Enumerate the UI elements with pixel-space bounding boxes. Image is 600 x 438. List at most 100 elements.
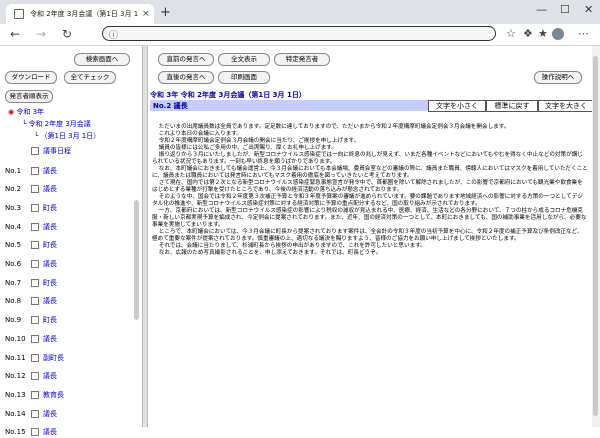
speaker-link[interactable]: 町長 [43, 278, 57, 288]
speech-checkbox[interactable] [31, 203, 39, 212]
collections-icon[interactable]: ❖ [523, 28, 533, 40]
font-larger-button[interactable]: 文字を大きく [538, 100, 594, 112]
speaker-link[interactable]: 副町長 [43, 353, 64, 363]
speaker-link[interactable]: 議長 [43, 371, 57, 381]
list-item[interactable]: No.13 教育長 [5, 389, 64, 400]
speech-number: No.2 [5, 185, 22, 194]
prev-speech-button[interactable]: 直前の発言へ [158, 53, 214, 66]
speech-number: No.11 [5, 353, 26, 362]
tab-close-icon[interactable]: × [142, 9, 150, 19]
speaker-link[interactable]: 町長 [43, 240, 57, 250]
address-bar[interactable]: ⓘ [102, 26, 496, 41]
back-icon[interactable]: ← [10, 27, 20, 41]
new-tab-icon[interactable]: + [160, 5, 171, 20]
specific-speaker-button[interactable]: 特定発言者 [274, 53, 330, 66]
speech-checkbox[interactable] [31, 353, 39, 362]
agenda-checkbox[interactable] [31, 146, 39, 155]
speech-checkbox[interactable] [31, 297, 39, 306]
right-scrollbar[interactable] [592, 46, 600, 427]
search-screen-button[interactable]: 検索画面へ [74, 53, 130, 66]
agenda-row[interactable]: 議事日程 [5, 145, 71, 156]
list-item[interactable]: No.11 副町長 [5, 352, 64, 363]
maximize-icon[interactable]: ☐ [560, 3, 570, 16]
right-scroll-thumb[interactable] [593, 56, 598, 416]
speech-checkbox[interactable] [31, 260, 39, 268]
favorite-star-icon[interactable]: ☆ [506, 28, 516, 40]
list-item[interactable]: No.4 議長 [5, 221, 57, 232]
speech-checkbox[interactable] [31, 185, 39, 194]
speech-paragraph: なお、広報のため写真撮影されることを、申し添えておきます。それでは、町長どうぞ。 [158, 250, 382, 256]
speech-number: No.9 [5, 316, 22, 325]
all-text-button[interactable]: 全文表示 [218, 53, 270, 66]
speech-number: No.7 [5, 278, 22, 287]
agenda-link[interactable]: 議事日程 [43, 146, 71, 156]
profile-avatar[interactable] [552, 28, 564, 40]
browser-tab[interactable]: 令和 2年度 3月会議（第1日 3月 1 × [6, 4, 154, 24]
left-scrollbar[interactable] [134, 200, 139, 320]
font-standard-button[interactable]: 標準に戻す [486, 100, 538, 112]
list-item[interactable]: No.7 町長 [5, 277, 57, 288]
list-item[interactable]: No.8 議長 [5, 296, 57, 307]
site-info-icon[interactable]: ⓘ [109, 28, 118, 41]
speech-checkbox[interactable] [31, 390, 39, 399]
speech-number: No.4 [5, 222, 22, 231]
tree-branch-icon: └ [22, 120, 27, 128]
list-item[interactable]: No.12 議長 [5, 371, 57, 382]
speech-paragraph: これより本日の会議に入ります。 [158, 131, 242, 137]
speech-checkbox[interactable] [31, 334, 39, 343]
check-all-button[interactable]: 全てチェック [64, 71, 116, 84]
favorites-icon[interactable]: ★ [538, 28, 548, 40]
speech-number: No.5 [5, 241, 22, 250]
speech-checkbox[interactable] [31, 166, 39, 175]
speaker-link[interactable]: 議長 [43, 409, 57, 419]
list-item[interactable]: No.5 町長 [5, 240, 57, 251]
speaker-link[interactable]: 教育長 [43, 390, 64, 400]
speech-checkbox[interactable] [31, 222, 39, 231]
speaker-name: No.2 議長 [153, 102, 188, 110]
speaker-link[interactable]: 議長 [43, 427, 57, 437]
reload-icon[interactable]: ↻ [62, 27, 72, 41]
minimize-icon[interactable]: — [536, 3, 547, 16]
print-screen-button[interactable]: 印刷画面 [218, 71, 270, 84]
speaker-link[interactable]: 議長 [43, 184, 57, 194]
speaker-link[interactable]: 議長 [43, 166, 57, 176]
speech-checkbox[interactable] [31, 241, 39, 250]
speech-paragraph: 議員の皆様には公私ご多用の中、ご出席賜り、厚くお礼申し上げます。 [158, 145, 337, 151]
list-item[interactable]: No.2 議長 [5, 184, 57, 195]
speech-number: No.12 [5, 372, 26, 381]
tree-day[interactable]: └ （第1日 3月 1日） [34, 131, 100, 141]
speaker-link[interactable]: 議長 [43, 259, 57, 269]
more-menu-icon[interactable]: ⋯ [578, 28, 589, 40]
list-item[interactable]: No.3 町長 [5, 202, 57, 213]
speech-paragraph: 令和２年度構摩町議会定例会３月会議の開会に当たり、ご挨拶を申し上げます。 [158, 138, 360, 144]
speech-checkbox[interactable] [31, 278, 39, 287]
list-item[interactable]: No.6 議長 [5, 259, 57, 270]
speaker-link[interactable]: 町長 [43, 315, 57, 325]
speech-checkbox[interactable] [31, 409, 39, 418]
help-button[interactable]: 操作説明へ [534, 71, 582, 84]
download-button[interactable]: ダウンロード [5, 71, 57, 84]
speech-checkbox[interactable] [31, 372, 39, 381]
speech-checkbox[interactable] [31, 316, 39, 325]
page-icon [14, 9, 24, 19]
tree-meeting[interactable]: └ 令和 2年度 3月会議 [22, 119, 91, 129]
speaker-link[interactable]: 議長 [43, 296, 57, 306]
list-item[interactable]: No.10 議長 [5, 333, 57, 344]
list-item[interactable]: No.15 議長 [5, 427, 57, 438]
speaker-order-button[interactable]: 発言者順表示 [5, 90, 53, 103]
list-item[interactable]: No.14 議長 [5, 408, 57, 419]
tree-year[interactable]: ◉ 令和 3年 [8, 107, 44, 117]
next-speech-button[interactable]: 直後の発言へ [158, 71, 214, 84]
window-close-icon[interactable]: ✕ [584, 3, 593, 16]
forward-icon[interactable]: → [36, 27, 46, 41]
font-smaller-button[interactable]: 文字を小さく [428, 100, 486, 112]
meeting-title: 令和 3年 令和 2年度 3月会議（第1日 3月 1日） [150, 91, 306, 99]
list-item[interactable]: No.9 町長 [5, 315, 57, 326]
speaker-link[interactable]: 町長 [43, 203, 57, 213]
speech-checkbox[interactable] [31, 428, 39, 437]
speaker-link[interactable]: 議長 [43, 334, 57, 344]
tab-title: 令和 2年度 3月会議（第1日 3月 1 [30, 10, 138, 18]
speech-paragraph: それでは、会議に当たりまして、杉浦町長から挨拶の申出がありますので、これを許可し… [158, 243, 426, 249]
speaker-link[interactable]: 議長 [43, 222, 57, 232]
list-item[interactable]: No.1 議長 [5, 165, 57, 176]
